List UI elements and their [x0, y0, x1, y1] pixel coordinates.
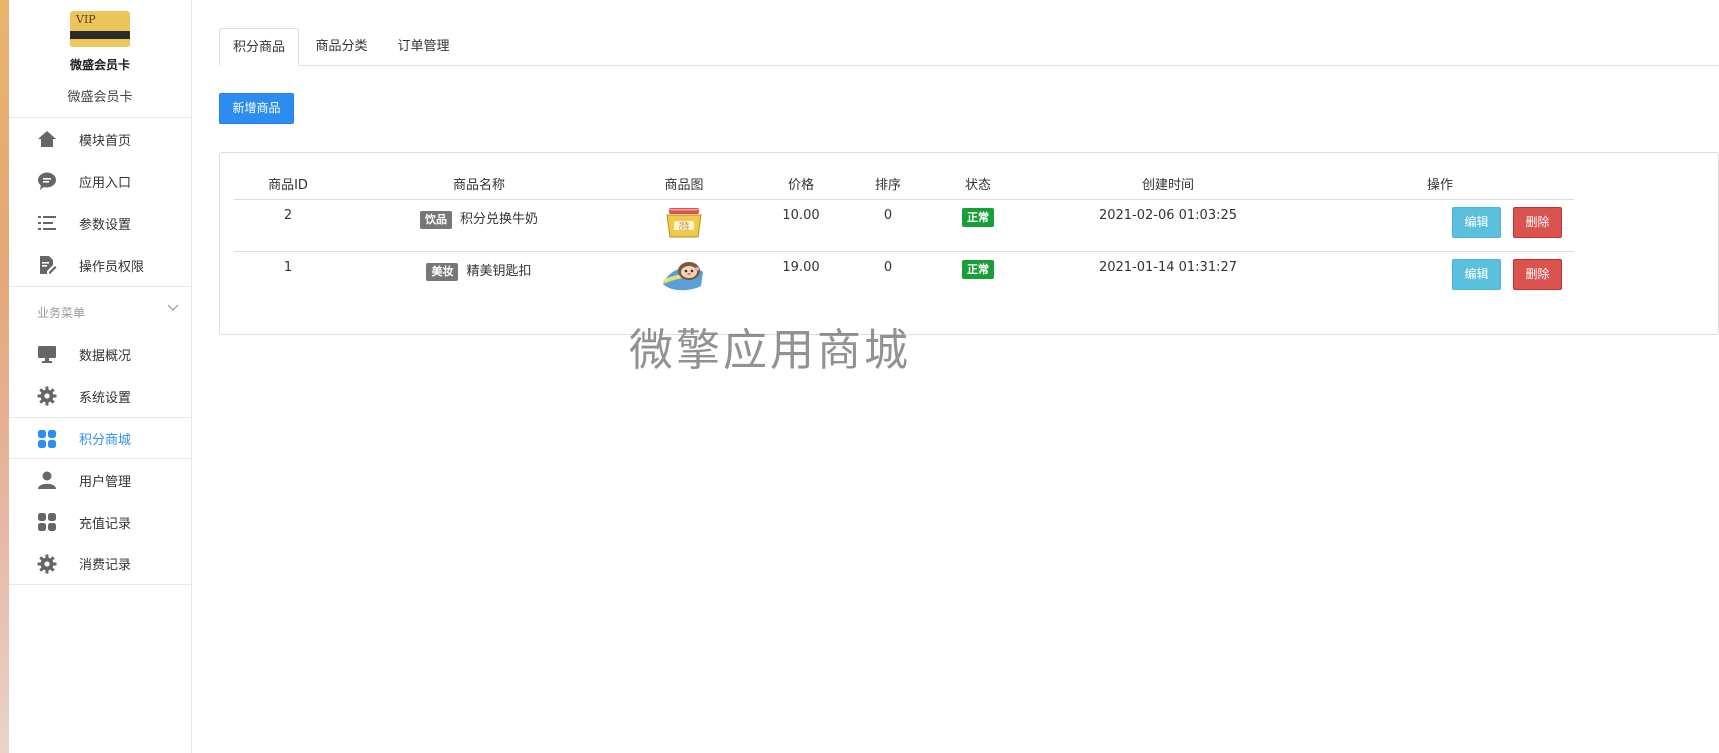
- product-name: 精美钥匙扣: [466, 264, 532, 279]
- column-header: 商品图: [616, 167, 752, 200]
- column-header: 商品名称: [342, 167, 616, 200]
- vip-card-logo: VIP: [70, 11, 130, 47]
- sidebar-item-recharge-records[interactable]: 充值记录: [9, 501, 191, 543]
- created-time: 2021-02-06 01:03:25: [1030, 199, 1306, 252]
- product-sort: 0: [850, 199, 926, 252]
- tab-order-management[interactable]: 订单管理: [386, 28, 461, 65]
- sidebar-item-label: 参数设置: [79, 217, 132, 233]
- sidebar-item-app-entry[interactable]: 应用入口: [9, 160, 191, 202]
- sidebar-item-param-settings[interactable]: 参数设置: [9, 202, 191, 244]
- brand-block: VIP 微盛会员卡 微盛会员卡: [9, 0, 191, 118]
- product-price: 19.00: [782, 260, 820, 275]
- gear-icon: [37, 386, 57, 406]
- sidebar-item-data-overview[interactable]: 数据概况: [9, 333, 191, 375]
- column-header: 操作: [1306, 167, 1574, 200]
- product-name: 积分兑换牛奶: [459, 212, 538, 227]
- actions-cell: 编辑 删除: [1306, 252, 1574, 304]
- vip-card-stripe: [70, 31, 130, 39]
- edit-document-icon: [40, 256, 57, 274]
- sidebar-item-user-management[interactable]: 用户管理: [9, 459, 191, 501]
- gear-icon: [37, 554, 57, 574]
- category-badge: 饮品: [419, 211, 452, 229]
- created-time: 2021-01-14 01:31:27: [1098, 260, 1238, 275]
- table-header-row: 商品ID 商品名称 商品图 价格 排序 状态 创建时间 操作: [234, 167, 1574, 200]
- grid-apps-icon: [38, 513, 56, 531]
- sidebar-item-module-home[interactable]: 模块首页: [9, 118, 191, 160]
- sidebar-item-label: 操作员权限: [79, 259, 145, 275]
- tab-product-categories[interactable]: 商品分类: [304, 28, 379, 65]
- sidebar-item-label: 数据概况: [79, 348, 132, 364]
- chevron-down-icon: [167, 304, 179, 311]
- status-badge: 正常: [962, 208, 994, 227]
- sidebar-item-label: 消费记录: [79, 558, 132, 573]
- list-settings-icon: [38, 216, 56, 230]
- column-header: 商品ID: [234, 167, 342, 200]
- product-image-cell: SKIN CASE: [616, 199, 752, 252]
- tab-points-products[interactable]: 积分商品: [219, 28, 299, 66]
- tab-bar: 积分商品 商品分类 订单管理: [219, 28, 1719, 66]
- monitor-icon: [38, 346, 56, 363]
- delete-button[interactable]: 删除: [1513, 259, 1562, 290]
- sidebar-item-points-mall[interactable]: 积分商城: [9, 417, 191, 459]
- grid-apps-icon: [38, 430, 56, 448]
- column-header: 价格: [752, 167, 850, 200]
- product-price: 10.00: [752, 199, 850, 252]
- brand-name: 微盛会员卡: [69, 58, 130, 72]
- column-header: 创建时间: [1030, 167, 1306, 200]
- products-table: 商品ID 商品名称 商品图 价格 排序 状态 创建时间 操作 2 饮品 积分兑换牛…: [234, 167, 1574, 304]
- actions-cell: 编辑 删除: [1306, 199, 1574, 252]
- edit-button[interactable]: 编辑: [1452, 207, 1501, 238]
- column-header: 排序: [850, 167, 926, 200]
- product-id: 2: [234, 199, 342, 252]
- edit-button[interactable]: 编辑: [1452, 259, 1501, 290]
- products-panel: 商品ID 商品名称 商品图 价格 排序 状态 创建时间 操作 2 饮品 积分兑换牛…: [219, 152, 1719, 335]
- sidebar: VIP 微盛会员卡 微盛会员卡 模块首页 应用入口 参数设置 操作员权限 业务菜…: [9, 0, 192, 753]
- group-title: 业务菜单: [37, 306, 86, 320]
- product-name-cell: 美妆 精美钥匙扣: [342, 252, 616, 304]
- sidebar-item-label: 模块首页: [79, 133, 132, 149]
- sidebar-item-label: 积分商城: [79, 432, 132, 448]
- column-header: 状态: [926, 167, 1030, 200]
- sidebar-item-label: 充值记录: [79, 516, 132, 532]
- table-row: 2 饮品 积分兑换牛奶 SKIN CASE 10.00 0 正常 2021-02…: [234, 199, 1574, 252]
- left-decorative-strip: [0, 0, 9, 753]
- brand-subtitle: 微盛会员卡: [67, 90, 133, 105]
- sidebar-item-consumption-records[interactable]: 消费记录: [9, 543, 191, 585]
- sidebar-item-label: 应用入口: [79, 175, 132, 191]
- status-cell: 正常: [926, 252, 1030, 304]
- watermark-text: 微擎应用商城: [629, 325, 911, 376]
- product-id: 1: [283, 260, 293, 275]
- skin-case-jar-image: SKIN CASE: [666, 208, 702, 238]
- table-row: 1 美妆 精美钥匙扣 19.00 0 正常 2021-01-14 01:31:2…: [234, 252, 1574, 304]
- svg-text:CASE: CASE: [679, 226, 690, 231]
- product-name-cell: 饮品 积分兑换牛奶: [342, 199, 616, 252]
- status-badge: 正常: [962, 260, 994, 279]
- delete-button[interactable]: 删除: [1513, 207, 1562, 238]
- sidebar-item-label: 系统设置: [79, 390, 132, 406]
- sidebar-item-system-settings[interactable]: 系统设置: [9, 375, 191, 417]
- chat-bubble-icon: [38, 172, 56, 190]
- main-content: 积分商品 商品分类 订单管理 新增商品 商品ID 商品名称 商品图 价格 排序 …: [219, 0, 1719, 753]
- product-image-cell: [616, 252, 752, 304]
- category-badge: 美妆: [426, 263, 459, 281]
- sloth-keychain-image: [662, 262, 703, 291]
- status-cell: 正常: [926, 199, 1030, 252]
- sidebar-item-label: 用户管理: [79, 474, 132, 490]
- sidebar-item-operator-permissions[interactable]: 操作员权限: [9, 244, 191, 286]
- business-menu-group-header[interactable]: 业务菜单: [9, 286, 191, 333]
- add-product-button[interactable]: 新增商品: [219, 93, 294, 124]
- vip-card-text: VIP: [76, 13, 96, 26]
- product-sort: 0: [883, 260, 893, 275]
- home-icon: [38, 131, 56, 147]
- user-icon: [38, 471, 56, 489]
